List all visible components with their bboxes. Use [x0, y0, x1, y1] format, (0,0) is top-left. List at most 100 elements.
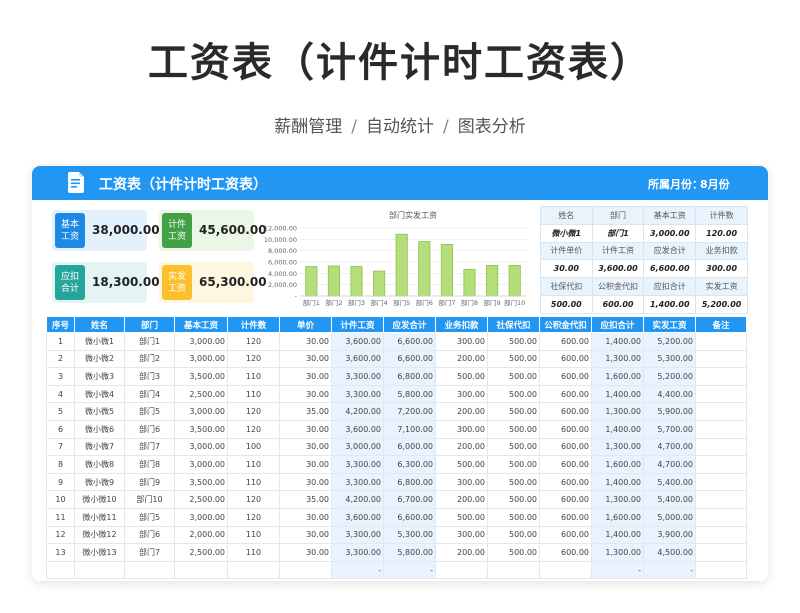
- table-cell[interactable]: 1,400.00: [591, 472, 644, 492]
- table-cell[interactable]: 300.00: [435, 525, 488, 545]
- table-cell[interactable]: 12: [46, 525, 75, 545]
- table-cell[interactable]: 3,300.00: [331, 367, 384, 386]
- table-cell[interactable]: 500.00: [435, 367, 488, 386]
- table-cell[interactable]: 500.00: [487, 349, 540, 369]
- table-cell[interactable]: 1,300.00: [591, 490, 644, 509]
- table-cell[interactable]: 300.00: [435, 332, 488, 351]
- table-cell[interactable]: 3,500.00: [174, 419, 228, 439]
- table-cell[interactable]: 600.00: [539, 490, 592, 509]
- table-cell[interactable]: 300.00: [435, 419, 488, 439]
- table-cell[interactable]: 部门7: [124, 437, 175, 457]
- column-header[interactable]: 单价: [279, 316, 332, 333]
- column-header[interactable]: 姓名: [74, 316, 125, 333]
- table-cell[interactable]: 110: [227, 384, 280, 404]
- table-cell[interactable]: 微小微7: [74, 437, 125, 457]
- table-cell[interactable]: 1: [46, 332, 75, 351]
- table-cell[interactable]: 3,300.00: [331, 543, 384, 562]
- column-header[interactable]: 实发工资: [643, 316, 696, 333]
- column-header[interactable]: 应发合计: [383, 316, 436, 333]
- table-cell[interactable]: 600.00: [539, 402, 592, 421]
- table-cell[interactable]: [227, 560, 280, 580]
- table-cell[interactable]: 微小微2: [74, 349, 125, 369]
- table-cell[interactable]: [695, 332, 747, 351]
- column-header[interactable]: 社保代扣: [487, 316, 540, 333]
- table-cell[interactable]: [279, 560, 332, 580]
- table-cell[interactable]: 1,400.00: [591, 384, 644, 404]
- table-cell[interactable]: 6,000.00: [383, 437, 436, 457]
- table-row[interactable]: 6 微小微6 部门6 3,500.00 120 30.00 3,600.00 7,100.00…: [46, 419, 747, 439]
- column-header[interactable]: 计件工资: [331, 316, 384, 333]
- table-cell[interactable]: 1,600.00: [591, 455, 644, 474]
- table-cell[interactable]: 5,800.00: [383, 543, 436, 562]
- table-cell[interactable]: 110: [227, 472, 280, 492]
- table-cell[interactable]: 13: [46, 543, 75, 562]
- table-cell[interactable]: 微小微4: [74, 384, 125, 404]
- table-cell[interactable]: 4,700.00: [643, 455, 696, 474]
- table-cell[interactable]: 4,700.00: [643, 437, 696, 457]
- table-cell[interactable]: 120: [227, 490, 280, 509]
- table-cell[interactable]: 110: [227, 543, 280, 562]
- table-cell[interactable]: 30.00: [279, 525, 332, 545]
- table-cell[interactable]: 500.00: [487, 525, 540, 545]
- table-cell[interactable]: 微小微12: [74, 525, 125, 545]
- table-cell[interactable]: [695, 349, 747, 369]
- table-cell[interactable]: 3,000.00: [174, 332, 228, 351]
- table-row[interactable]: ----: [46, 560, 747, 580]
- table-cell[interactable]: 500.00: [487, 455, 540, 474]
- table-cell[interactable]: 6,800.00: [383, 367, 436, 386]
- table-cell[interactable]: 600.00: [539, 332, 592, 351]
- table-cell[interactable]: 微小微6: [74, 419, 125, 439]
- column-header[interactable]: 公积金代扣: [539, 316, 592, 333]
- table-cell[interactable]: 30.00: [279, 419, 332, 439]
- table-cell[interactable]: 600.00: [539, 384, 592, 404]
- table-cell[interactable]: 5: [46, 402, 75, 421]
- table-row[interactable]: 13 微小微13 部门7 2,500.00 110 30.00 3,300.00 5,800.…: [46, 543, 747, 562]
- table-cell[interactable]: 110: [227, 525, 280, 545]
- table-cell[interactable]: 120: [227, 419, 280, 439]
- table-cell[interactable]: 200.00: [435, 543, 488, 562]
- table-cell[interactable]: [695, 455, 747, 474]
- table-cell[interactable]: [695, 543, 747, 562]
- table-cell[interactable]: 500.00: [487, 402, 540, 421]
- table-cell[interactable]: 2,500.00: [174, 384, 228, 404]
- table-row[interactable]: 3 微小微3 部门3 3,500.00 110 30.00 3,300.00 6,800.00…: [46, 367, 747, 386]
- table-cell[interactable]: 3,000.00: [174, 455, 228, 474]
- table-cell[interactable]: 3,300.00: [331, 455, 384, 474]
- table-cell[interactable]: 30.00: [279, 349, 332, 369]
- table-cell[interactable]: 4,500.00: [643, 543, 696, 562]
- table-cell[interactable]: [695, 384, 747, 404]
- table-cell[interactable]: 30.00: [279, 437, 332, 457]
- table-cell[interactable]: 600.00: [539, 367, 592, 386]
- table-cell[interactable]: 6: [46, 419, 75, 439]
- table-cell[interactable]: 2,500.00: [174, 543, 228, 562]
- table-cell[interactable]: 500.00: [487, 472, 540, 492]
- column-header[interactable]: 部门: [124, 316, 175, 333]
- table-cell[interactable]: 微小微3: [74, 367, 125, 386]
- table-cell[interactable]: 6,600.00: [383, 349, 436, 369]
- table-cell[interactable]: 500.00: [487, 419, 540, 439]
- table-cell[interactable]: 500.00: [487, 543, 540, 562]
- table-row[interactable]: 11 微小微11 部门5 3,000.00 120 30.00 3,600.00 6,600.…: [46, 507, 747, 527]
- table-cell[interactable]: 4: [46, 384, 75, 404]
- table-cell[interactable]: 微小微8: [74, 455, 125, 474]
- table-cell[interactable]: [695, 490, 747, 509]
- table-cell[interactable]: 6,600.00: [383, 507, 436, 527]
- table-cell[interactable]: 部门4: [124, 384, 175, 404]
- table-row[interactable]: 4 微小微4 部门4 2,500.00 110 30.00 3,300.00 5,800.00…: [46, 384, 747, 404]
- table-cell[interactable]: 2: [46, 349, 75, 369]
- table-cell[interactable]: 微小微11: [74, 507, 125, 527]
- table-cell[interactable]: 600.00: [539, 437, 592, 457]
- table-cell[interactable]: 3,600.00: [331, 332, 384, 351]
- table-cell[interactable]: [695, 560, 747, 580]
- table-cell[interactable]: 3,000.00: [174, 402, 228, 421]
- table-cell[interactable]: 35.00: [279, 490, 332, 509]
- table-cell[interactable]: 5,200.00: [643, 367, 696, 386]
- table-cell[interactable]: 3,300.00: [331, 472, 384, 492]
- table-cell[interactable]: 7: [46, 437, 75, 457]
- table-cell[interactable]: 5,400.00: [643, 472, 696, 492]
- table-cell[interactable]: 微小微10: [74, 490, 125, 509]
- table-cell[interactable]: 3,500.00: [174, 472, 228, 492]
- table-cell[interactable]: 30.00: [279, 455, 332, 474]
- table-cell[interactable]: 600.00: [539, 507, 592, 527]
- table-row[interactable]: 9 微小微9 部门9 3,500.00 110 30.00 3,300.00 6,800.00…: [46, 472, 747, 492]
